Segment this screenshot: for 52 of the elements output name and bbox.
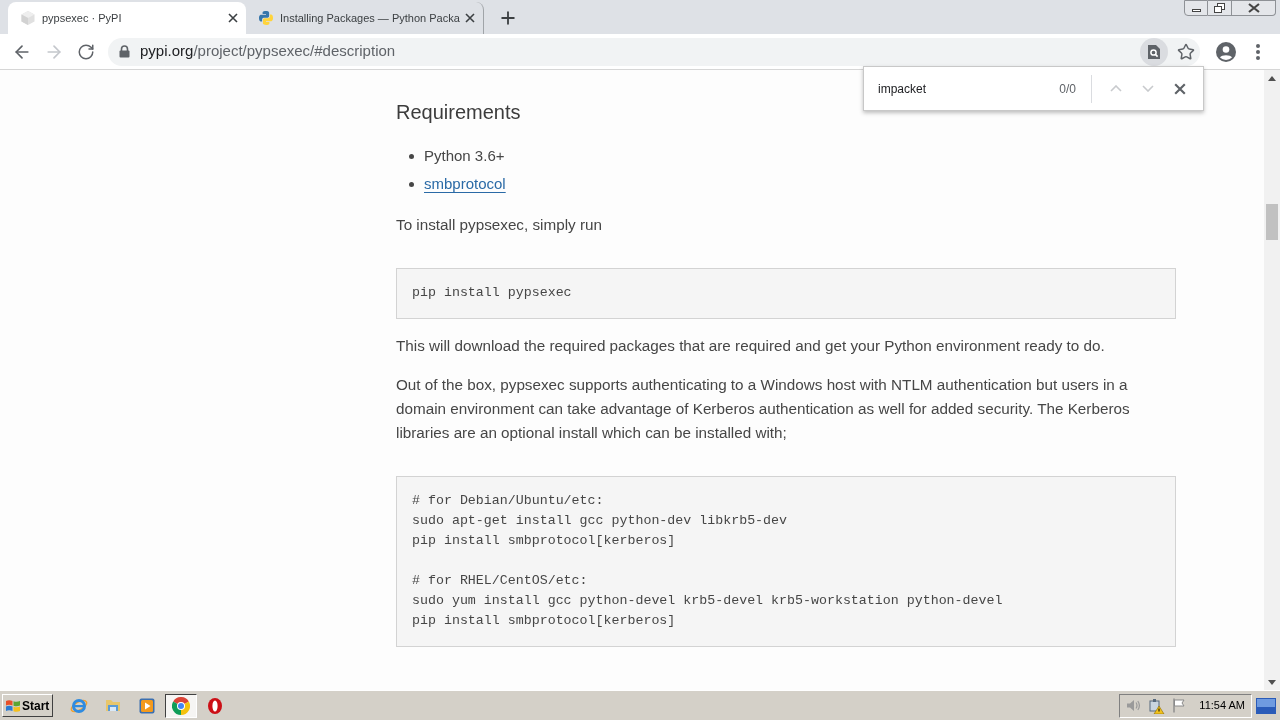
taskbar-app-button[interactable] (165, 693, 197, 718)
close-icon (1247, 3, 1260, 13)
page-search-icon (1148, 44, 1160, 59)
flag-icon[interactable] (1173, 698, 1186, 713)
scroll-up-icon[interactable] (1268, 76, 1276, 81)
scrollbar[interactable] (1264, 70, 1280, 690)
find-in-page-button[interactable] (1140, 37, 1168, 66)
next-match-icon (1142, 85, 1154, 92)
address-bar[interactable]: pypi.org/project/pypsexec/#description (108, 37, 1200, 66)
restore-icon (1214, 3, 1225, 13)
network-warning-icon[interactable] (1149, 697, 1166, 714)
paragraph: Out of the box, pypsexec supports authenticating to a Windows host with NTLM authentication but users in a domain environment can take advantage of Kerberos authentication as well for added security. The Kerberos libraries are an optional install which can be installed with; (396, 375, 1131, 443)
cube-icon (21, 11, 35, 25)
section-heading: Requirements (396, 100, 522, 124)
lock-icon (119, 45, 130, 58)
requirement-link[interactable]: smbprotocol (424, 174, 506, 194)
start-button[interactable]: Start (2, 694, 53, 717)
start-logo-icon (6, 699, 20, 712)
play-icon (139, 697, 155, 714)
menu-icon (1256, 43, 1260, 60)
letter-e-icon (70, 696, 88, 715)
window-close-button[interactable] (1232, 0, 1276, 16)
show-desktop-icon[interactable] (1256, 697, 1276, 714)
code-block: pip install pypsexec (396, 268, 1176, 319)
bullet-icon (409, 153, 414, 159)
close-tab-icon (228, 13, 238, 23)
code-block: # for Debian/Ubuntu/etc: sudo apt-get install gcc python-dev libkrb5-dev pip install smbprotocol[kerberos] # for RHEL/CentOS/etc: sudo yum install gcc python-devel krb5-devel krb5-workstation python-devel pip install smbprotocol[kerberos] (396, 476, 1176, 647)
clock-time[interactable]: 11:54 AM (1199, 697, 1245, 714)
minimize-icon (1191, 9, 1201, 12)
star-icon (1177, 42, 1195, 61)
scroll-down-icon[interactable] (1268, 680, 1276, 685)
browser-logo-icon (172, 696, 190, 715)
restore-button[interactable] (1208, 0, 1232, 16)
paragraph: To install pypsexec, simply run (396, 215, 603, 235)
folder-icon (106, 700, 120, 711)
reload-icon (77, 42, 95, 61)
close-icon (1174, 82, 1186, 95)
plus-icon (498, 8, 518, 28)
url-text: pypi.org/project/pypsexec/#description (140, 41, 396, 62)
match-count: 0/0 (1059, 80, 1076, 98)
scrollbar-thumb[interactable] (1266, 204, 1278, 240)
paragraph: This will download the required packages that are required and get your Python environment ready to do. (396, 336, 1106, 356)
previous-match-icon (1110, 85, 1122, 92)
profile-icon (1216, 41, 1236, 62)
requirement-item: Python 3.6+ (424, 146, 505, 166)
find-input[interactable]: impacket (878, 79, 1060, 98)
ring-logo-icon (208, 697, 222, 714)
minimize-button[interactable] (1184, 0, 1208, 16)
logo-icon (259, 11, 273, 25)
close-tab-icon (465, 13, 475, 23)
bullet-icon (409, 181, 414, 187)
browser-tab[interactable]: pypsexec · PyPI (8, 2, 246, 34)
